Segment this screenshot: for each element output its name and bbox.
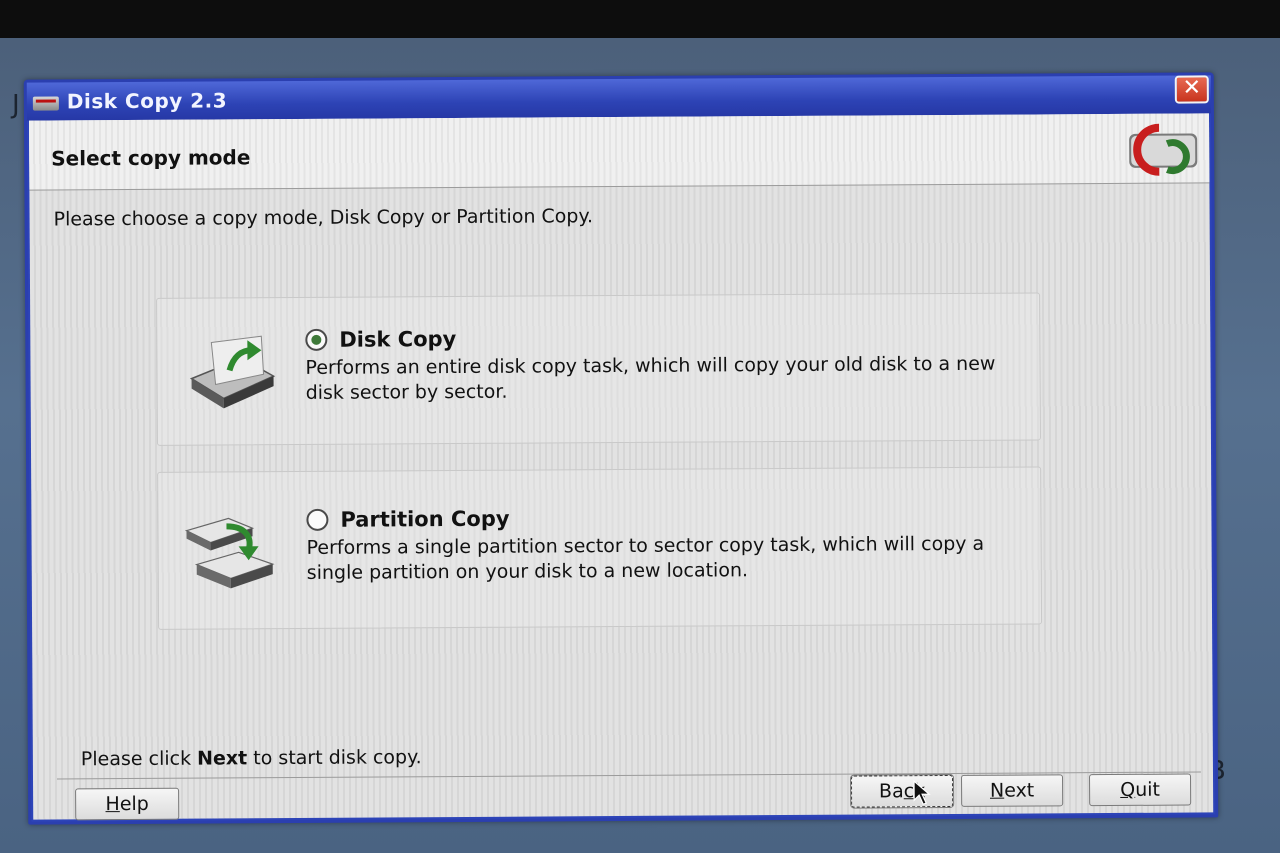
desktop-fragment-left: J bbox=[12, 90, 20, 120]
partition-copy-icon bbox=[184, 517, 275, 589]
window-title: Disk Copy 2.3 bbox=[66, 88, 228, 114]
disk-copy-radio-row[interactable]: Disk Copy bbox=[305, 327, 456, 352]
quit-rest: uit bbox=[1135, 778, 1161, 801]
back-pre: Ba bbox=[878, 780, 904, 803]
help-rest: elp bbox=[119, 792, 149, 816]
app-icon bbox=[32, 96, 59, 111]
close-icon: ✕ bbox=[1182, 75, 1202, 101]
mouse-pointer-icon bbox=[913, 780, 931, 805]
disk-copy-option[interactable]: Disk Copy Performs an entire disk copy t… bbox=[156, 292, 1041, 446]
next-rest: ext bbox=[1004, 779, 1035, 802]
disk-copy-icon bbox=[189, 335, 276, 409]
disk-copy-radio[interactable] bbox=[305, 328, 328, 351]
hint-bold: Next bbox=[197, 747, 248, 770]
dialog-client: Select copy mode Please choose a copy mo… bbox=[28, 113, 1214, 821]
quit-button[interactable]: Quit bbox=[1088, 773, 1192, 807]
close-button[interactable]: ✕ bbox=[1174, 75, 1209, 104]
hint-after: to start disk copy. bbox=[247, 746, 422, 770]
app-logo-icon bbox=[1129, 123, 1198, 176]
disk-copy-description: Performs an entire disk copy task, which… bbox=[305, 352, 996, 404]
hint-text: Please click Next to start disk copy. bbox=[81, 746, 422, 770]
back-button[interactable]: Back bbox=[850, 773, 955, 809]
partition-copy-description: Performs a single partition sector to se… bbox=[306, 532, 985, 584]
wizard-header: Select copy mode bbox=[28, 113, 1210, 191]
help-mnemonic: H bbox=[105, 793, 120, 816]
partition-copy-option[interactable]: Partition Copy Performs a single partiti… bbox=[157, 466, 1043, 630]
quit-mnemonic: Q bbox=[1120, 778, 1136, 801]
help-button[interactable]: Help bbox=[75, 787, 180, 821]
partition-copy-radio-row[interactable]: Partition Copy bbox=[306, 506, 510, 532]
instruction-text: Please choose a copy mode, Disk Copy or … bbox=[53, 205, 594, 231]
disk-copy-window: Disk Copy 2.3 ✕ Select copy mode Please … bbox=[23, 72, 1219, 825]
partition-copy-radio[interactable] bbox=[306, 508, 329, 531]
partition-copy-label: Partition Copy bbox=[340, 506, 510, 532]
next-mnemonic: N bbox=[989, 779, 1005, 802]
disk-copy-label: Disk Copy bbox=[339, 327, 457, 352]
page-title: Select copy mode bbox=[51, 145, 251, 171]
hint-before: Please click bbox=[80, 747, 198, 771]
next-button[interactable]: Next bbox=[961, 774, 1064, 807]
